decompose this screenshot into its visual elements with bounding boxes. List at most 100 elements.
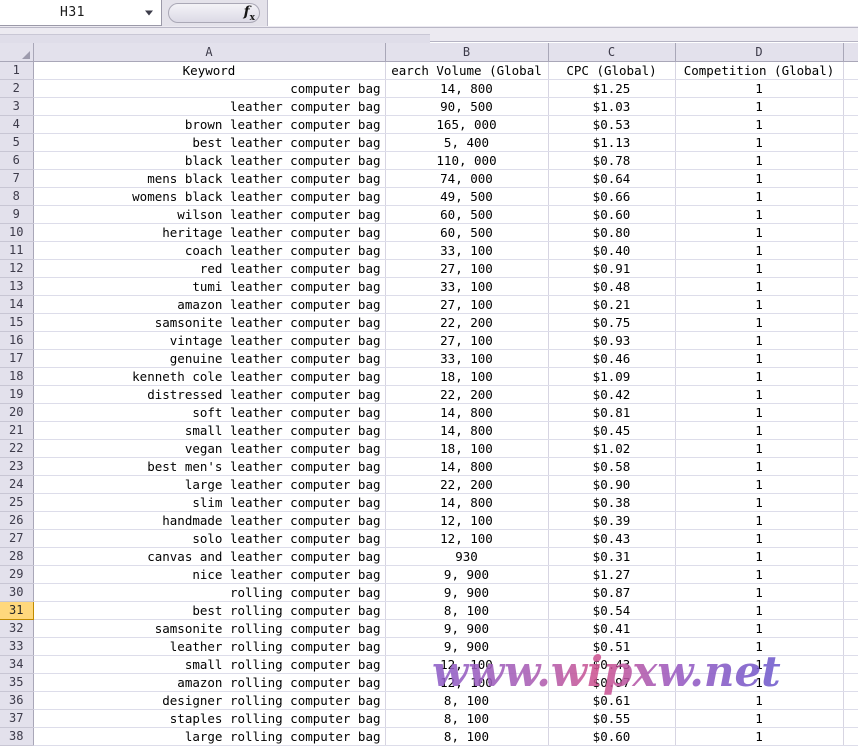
cell-a1[interactable]: Keyword [33,61,386,80]
cell-D11[interactable]: 1 [675,241,844,260]
cell-C28[interactable]: $0.31 [548,547,676,566]
cell-A8[interactable]: womens black leather computer bag [33,187,386,206]
cell-D28[interactable]: 1 [675,547,844,566]
cell-D25[interactable]: 1 [675,493,844,512]
cell-C37[interactable]: $0.55 [548,709,676,728]
row-header[interactable]: 27 [0,529,34,548]
row-header[interactable]: 24 [0,475,34,494]
cell-B9[interactable]: 60, 500 [385,205,549,224]
row-header[interactable]: 18 [0,367,34,386]
row-header[interactable]: 9 [0,205,34,224]
cell-D8[interactable]: 1 [675,187,844,206]
row-header[interactable]: 17 [0,349,34,368]
cell-C2[interactable]: $1.25 [548,79,676,98]
row-header[interactable]: 26 [0,511,34,530]
cell-B19[interactable]: 22, 200 [385,385,549,404]
cell-C31[interactable]: $0.54 [548,601,676,620]
row-header[interactable]: 16 [0,331,34,350]
row-header[interactable]: 12 [0,259,34,278]
cell-A38[interactable]: large rolling computer bag [33,727,386,746]
cell-C38[interactable]: $0.60 [548,727,676,746]
row-header[interactable]: 25 [0,493,34,512]
cell-D33[interactable]: 1 [675,637,844,656]
cell-E32[interactable] [843,619,858,638]
cell-B31[interactable]: 8, 100 [385,601,549,620]
cell-E11[interactable] [843,241,858,260]
cell-D34[interactable]: 1 [675,655,844,674]
cell-D22[interactable]: 1 [675,439,844,458]
row-header[interactable]: 3 [0,97,34,116]
cell-B15[interactable]: 22, 200 [385,313,549,332]
cell-D32[interactable]: 1 [675,619,844,638]
cell-A16[interactable]: vintage leather computer bag [33,331,386,350]
cell-A35[interactable]: amazon rolling computer bag [33,673,386,692]
row-header[interactable]: 4 [0,115,34,134]
cell-E35[interactable] [843,673,858,692]
cell-D21[interactable]: 1 [675,421,844,440]
cell-A17[interactable]: genuine leather computer bag [33,349,386,368]
cell-C5[interactable]: $1.13 [548,133,676,152]
cell-D6[interactable]: 1 [675,151,844,170]
cell-A31[interactable]: best rolling computer bag [33,601,386,620]
cell-E23[interactable] [843,457,858,476]
row-header[interactable]: 29 [0,565,34,584]
cell-B12[interactable]: 27, 100 [385,259,549,278]
cell-E33[interactable] [843,637,858,656]
cell-A13[interactable]: tumi leather computer bag [33,277,386,296]
cell-A36[interactable]: designer rolling computer bag [33,691,386,710]
row-header[interactable]: 19 [0,385,34,404]
cell-D29[interactable]: 1 [675,565,844,584]
cell-b1[interactable]: earch Volume (Global [385,61,549,80]
cell-A37[interactable]: staples rolling computer bag [33,709,386,728]
cell-E29[interactable] [843,565,858,584]
cell-E27[interactable] [843,529,858,548]
cell-A9[interactable]: wilson leather computer bag [33,205,386,224]
cell-B21[interactable]: 14, 800 [385,421,549,440]
row-header[interactable]: 14 [0,295,34,314]
row-header[interactable]: 30 [0,583,34,602]
cell-E20[interactable] [843,403,858,422]
cell-E26[interactable] [843,511,858,530]
cell-D15[interactable]: 1 [675,313,844,332]
cell-E8[interactable] [843,187,858,206]
cell-E12[interactable] [843,259,858,278]
name-box[interactable]: H31 [0,0,162,26]
cell-D19[interactable]: 1 [675,385,844,404]
cell-c1[interactable]: CPC (Global) [548,61,676,80]
row-header[interactable]: 20 [0,403,34,422]
cell-B8[interactable]: 49, 500 [385,187,549,206]
cell-C27[interactable]: $0.43 [548,529,676,548]
row-header[interactable]: 1 [0,61,34,80]
cell-A2[interactable]: computer bag [33,79,386,98]
column-header-c[interactable]: C [548,43,676,62]
cell-A28[interactable]: canvas and leather computer bag [33,547,386,566]
column-header-b[interactable]: B [385,43,549,62]
cell-D9[interactable]: 1 [675,205,844,224]
cell-B33[interactable]: 9, 900 [385,637,549,656]
cell-C17[interactable]: $0.46 [548,349,676,368]
cell-A20[interactable]: soft leather computer bag [33,403,386,422]
cell-E14[interactable] [843,295,858,314]
cell-B36[interactable]: 8, 100 [385,691,549,710]
cell-B28[interactable]: 930 [385,547,549,566]
row-header[interactable]: 10 [0,223,34,242]
cell-E21[interactable] [843,421,858,440]
row-header[interactable]: 35 [0,673,34,692]
cell-E36[interactable] [843,691,858,710]
cell-C8[interactable]: $0.66 [548,187,676,206]
cell-E9[interactable] [843,205,858,224]
cell-C12[interactable]: $0.91 [548,259,676,278]
cell-A10[interactable]: heritage leather computer bag [33,223,386,242]
cell-A32[interactable]: samsonite rolling computer bag [33,619,386,638]
cell-C16[interactable]: $0.93 [548,331,676,350]
cell-E2[interactable] [843,79,858,98]
cell-E38[interactable] [843,727,858,746]
cell-E34[interactable] [843,655,858,674]
cell-E10[interactable] [843,223,858,242]
cell-C3[interactable]: $1.03 [548,97,676,116]
cell-A25[interactable]: slim leather computer bag [33,493,386,512]
cell-C29[interactable]: $1.27 [548,565,676,584]
cell-A4[interactable]: brown leather computer bag [33,115,386,134]
row-header[interactable]: 2 [0,79,34,98]
cell-B3[interactable]: 90, 500 [385,97,549,116]
